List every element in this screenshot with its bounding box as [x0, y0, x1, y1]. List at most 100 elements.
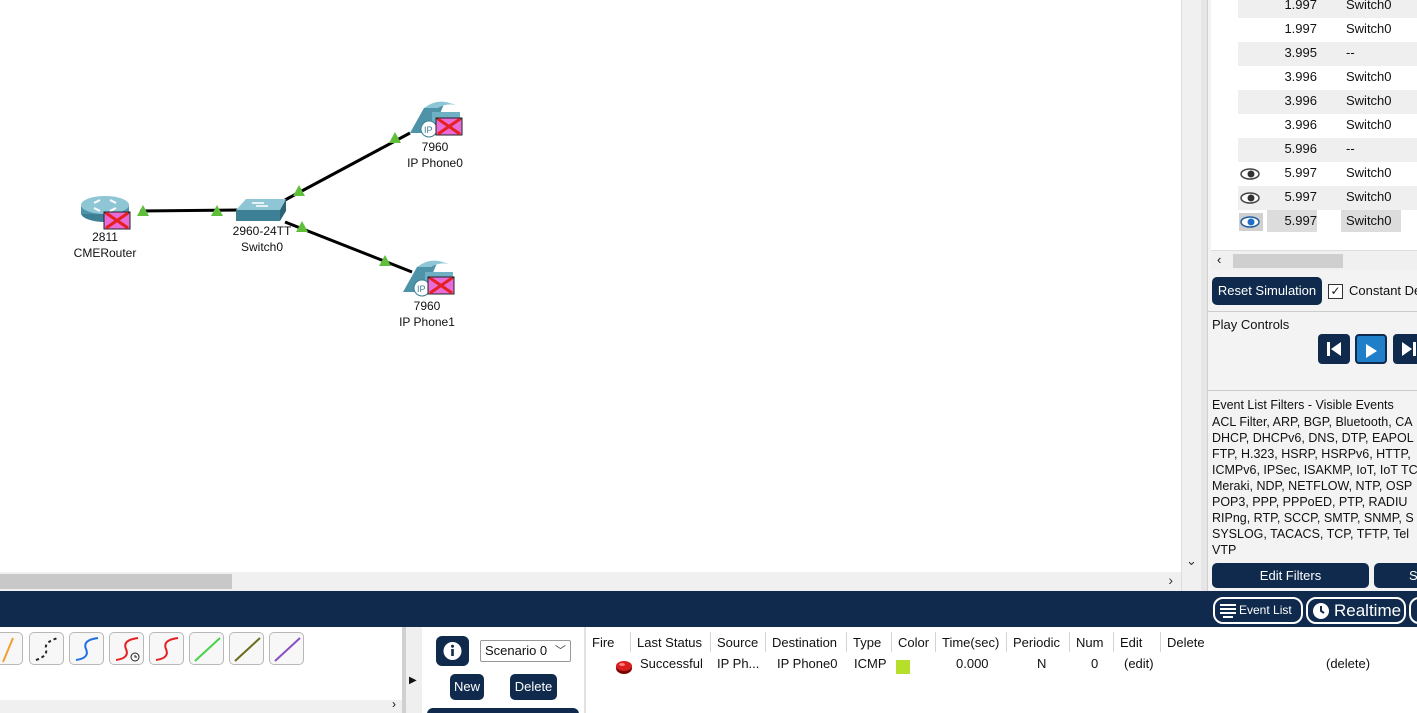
edit-filters-button[interactable]: Edit Filters — [1212, 563, 1369, 588]
phone-connection-icon[interactable] — [109, 632, 144, 665]
scroll-left-icon[interactable]: ‹ — [1217, 252, 1221, 267]
pdu-header-color[interactable]: Color — [898, 635, 929, 650]
eye-icon-blue[interactable] — [1239, 213, 1269, 231]
collapse-handle[interactable]: ▶ — [406, 627, 422, 713]
play-button[interactable] — [1355, 334, 1387, 364]
scroll-right-icon[interactable]: › — [1168, 572, 1173, 588]
pdu-envelope-failed-icon[interactable] — [103, 211, 131, 230]
workspace-horizontal-scrollbar[interactable]: › — [0, 572, 1181, 591]
simulation-mode-button[interactable] — [1409, 597, 1417, 624]
pdu-destination: IP Phone0 — [777, 656, 838, 671]
fiber-icon[interactable] — [189, 632, 224, 665]
event-list-table[interactable]: 1.997 Switch0 1.997 Switch0 3.995 -- 3.996 Swit… — [1211, 0, 1417, 250]
event-last-device: Switch0 — [1346, 189, 1392, 204]
connections-scrollbar[interactable]: › — [0, 697, 402, 713]
event-row[interactable]: 3.995 -- — [1211, 42, 1417, 66]
event-last-device: -- — [1346, 45, 1355, 60]
event-row[interactable]: 5.997 Switch0 — [1211, 162, 1417, 186]
pdu-header-type[interactable]: Type — [853, 635, 881, 650]
pdu-delete-link[interactable]: (delete) — [1326, 656, 1370, 671]
workspace-vertical-scrollbar[interactable]: ⌄ — [1181, 0, 1201, 591]
realtime-label: Realtime — [1334, 601, 1402, 620]
event-time: 5.996 — [1284, 141, 1317, 156]
event-row[interactable]: 3.996 Switch0 — [1211, 114, 1417, 138]
event-time: 5.997 — [1267, 210, 1317, 232]
pdu-header-periodic[interactable]: Periodic — [1013, 635, 1060, 650]
pdu-envelope-failed-icon[interactable] — [435, 117, 463, 136]
fire-pdu-icon[interactable] — [614, 656, 634, 676]
pdu-header-delete[interactable]: Delete — [1167, 635, 1205, 650]
pdu-edit-link[interactable]: (edit) — [1124, 656, 1154, 671]
scenario-select[interactable]: Scenario 0 ﹀ — [480, 640, 571, 662]
scroll-right-icon[interactable]: › — [392, 697, 396, 711]
crossover-icon[interactable] — [149, 632, 184, 665]
eye-icon[interactable] — [1239, 189, 1269, 207]
event-row[interactable]: 5.997 Switch0 — [1211, 210, 1417, 234]
pdu-header-destination[interactable]: Destination — [772, 635, 837, 650]
filter-line: POP3, PPP, PPPoED, PTP, RADIU — [1212, 495, 1408, 509]
play-icon — [1366, 344, 1377, 358]
device-model: 2960-24TT — [232, 224, 292, 238]
event-list-scrollbar[interactable]: ‹ — [1211, 250, 1417, 270]
event-time: 3.996 — [1284, 93, 1317, 108]
event-row[interactable]: 3.996 Switch0 — [1211, 66, 1417, 90]
reset-simulation-button[interactable]: Reset Simulation — [1212, 277, 1322, 305]
event-time: 3.995 — [1284, 45, 1317, 60]
link-router-switch[interactable] — [139, 208, 241, 213]
device-name: Switch0 — [240, 240, 284, 254]
scrollbar-thumb[interactable] — [1233, 254, 1343, 268]
switch-icon[interactable] — [236, 199, 286, 221]
event-time: 5.997 — [1284, 189, 1317, 204]
pdu-header-fire[interactable]: Fire — [592, 635, 614, 650]
scroll-down-icon[interactable]: ⌄ — [1186, 553, 1197, 569]
pdu-status: Successful — [640, 656, 703, 671]
column-separator — [1113, 632, 1114, 652]
eye-icon[interactable] — [1239, 165, 1269, 183]
event-time: 3.996 — [1284, 69, 1317, 84]
logical-workspace[interactable]: IP IP 2811 CMERouter 2960-24TT Switch0 7… — [0, 0, 1181, 572]
event-time: 3.996 — [1284, 117, 1317, 132]
scrollbar-thumb[interactable] — [0, 574, 232, 589]
event-row[interactable]: 1.997 Switch0 — [1211, 18, 1417, 42]
event-row[interactable]: 5.996 -- — [1211, 138, 1417, 162]
pdu-header-time[interactable]: Time(sec) — [942, 635, 999, 650]
expand-arrow-icon[interactable]: ▶ — [409, 675, 417, 686]
new-scenario-button[interactable]: New — [450, 674, 484, 700]
show-all-button[interactable]: S — [1374, 563, 1417, 588]
event-row[interactable]: 1.997 Switch0 — [1211, 0, 1417, 18]
skip-back-icon — [1327, 342, 1341, 356]
simulation-panel: 1.997 Switch0 1.997 Switch0 3.995 -- 3.996 Swit… — [1207, 0, 1417, 591]
coaxial-icon[interactable] — [229, 632, 264, 665]
console-connection-icon[interactable] — [29, 632, 64, 665]
realtime-mode-button[interactable]: Realtime — [1306, 597, 1406, 624]
event-time: 1.997 — [1284, 0, 1317, 12]
filters-title: Event List Filters - Visible Events — [1212, 398, 1394, 412]
column-separator — [935, 632, 936, 652]
delete-scenario-button[interactable]: Delete — [510, 674, 557, 700]
pdu-header-edit[interactable]: Edit — [1120, 635, 1142, 650]
pdu-time: 0.000 — [956, 656, 989, 671]
automatic-connection-icon[interactable] — [0, 632, 23, 665]
pdu-header-num[interactable]: Num — [1076, 635, 1103, 650]
straight-through-icon[interactable] — [69, 632, 104, 665]
pdu-header-last-status[interactable]: Last Status — [637, 635, 702, 650]
event-time: 1.997 — [1284, 21, 1317, 36]
event-list-toggle[interactable]: Event List — [1213, 597, 1303, 624]
scenario-info-button[interactable] — [436, 636, 469, 666]
event-row[interactable]: 5.997 Switch0 — [1211, 186, 1417, 210]
event-row[interactable]: 3.996 Switch0 — [1211, 90, 1417, 114]
pdu-header-source[interactable]: Source — [717, 635, 758, 650]
column-separator — [630, 632, 631, 652]
serial-icon[interactable] — [269, 632, 304, 665]
play-controls-title: Play Controls — [1212, 317, 1290, 332]
back-button[interactable] — [1318, 334, 1350, 364]
column-separator — [1160, 632, 1161, 652]
topology-canvas[interactable]: IP IP — [0, 0, 1181, 572]
event-last-device: Switch0 — [1346, 117, 1392, 132]
pdu-envelope-failed-icon[interactable] — [427, 276, 455, 295]
capture-forward-button[interactable] — [1393, 334, 1417, 364]
pdu-type: ICMP — [854, 656, 887, 671]
scenario-toggle-tab[interactable] — [427, 708, 579, 713]
toolbar-separator — [584, 627, 586, 713]
constant-delay-checkbox[interactable]: ✓ — [1328, 284, 1343, 299]
